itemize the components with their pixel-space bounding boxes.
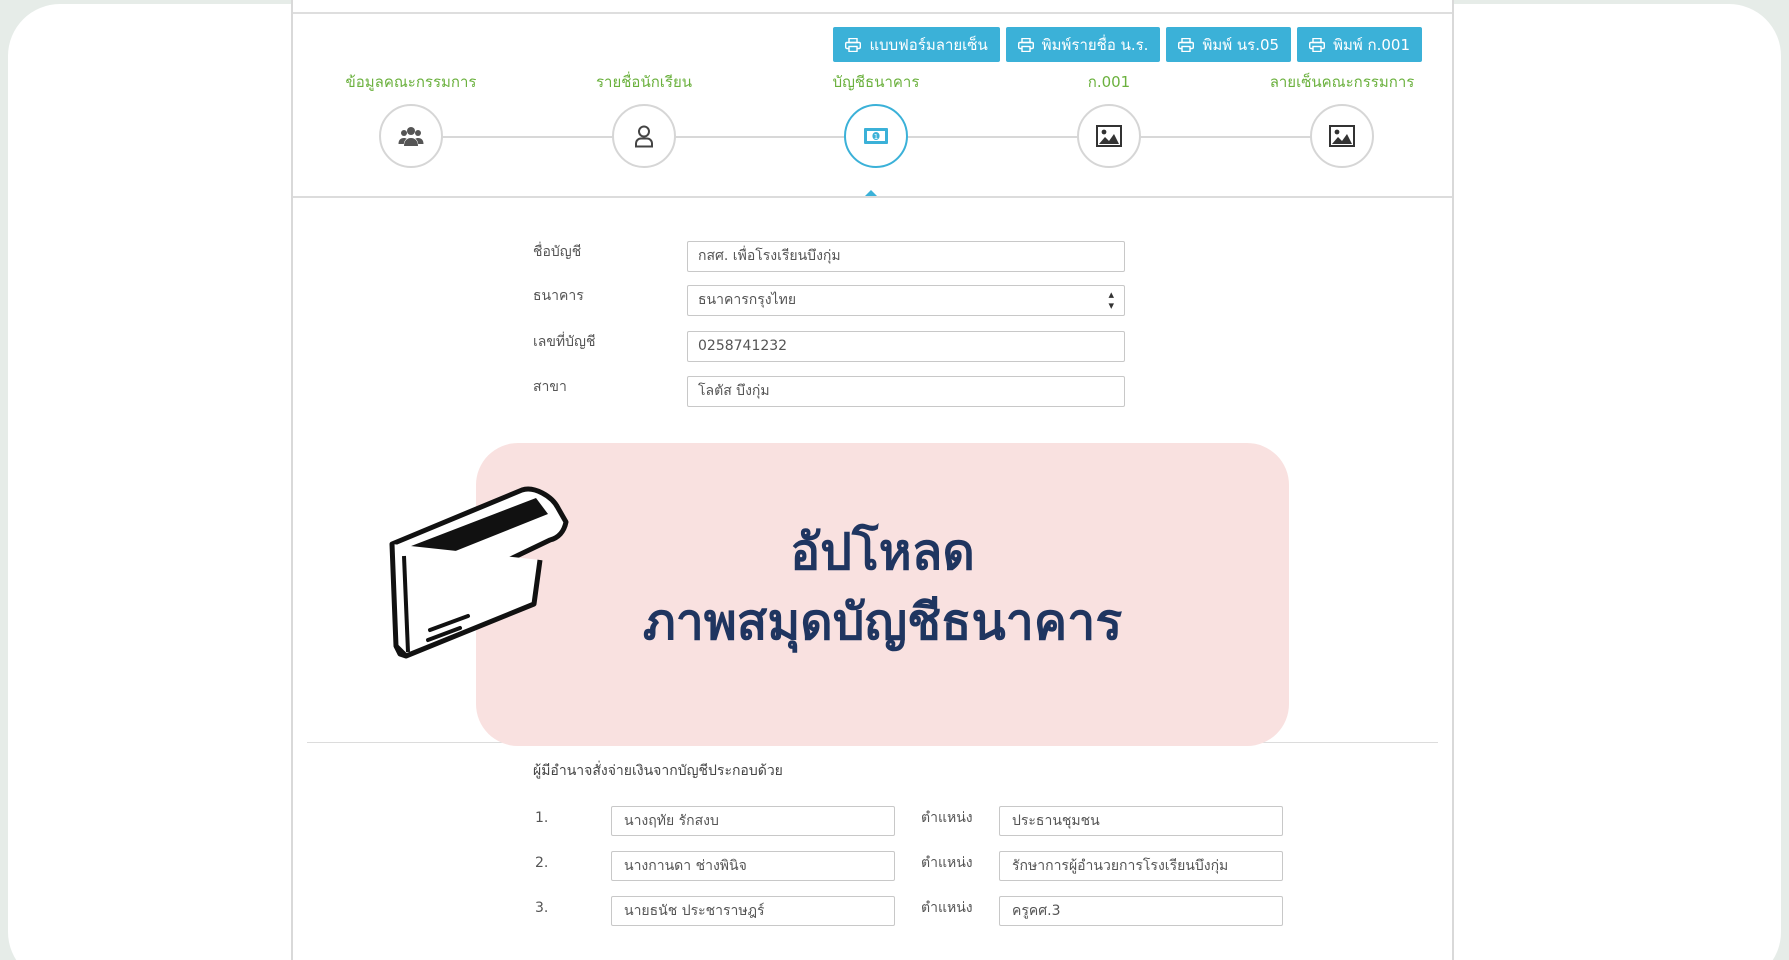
signer-position-value: ครูคศ.3 xyxy=(1012,903,1061,919)
print-toolbar: แบบฟอร์มลายเซ็น พิมพ์รายชื่อ น.ร. พิมพ์ … xyxy=(833,27,1422,62)
print-signature-form-label: แบบฟอร์มลายเซ็น xyxy=(869,35,988,54)
stepper-divider xyxy=(293,196,1452,198)
print-nr05-label: พิมพ์ นร.05 xyxy=(1202,35,1280,54)
bank-selected-value: ธนาคารกรุงไทย xyxy=(698,292,797,308)
step-committee-signature[interactable]: ลายเซ็นคณะกรรมการ xyxy=(1222,70,1462,168)
money-icon: 1 xyxy=(864,128,888,144)
signer-position-input[interactable]: ประธานชุมชน xyxy=(999,806,1283,836)
signer-name-input[interactable]: นายธนัช ประชาราษฎร์ xyxy=(611,896,895,926)
image-icon xyxy=(1096,125,1122,147)
signer-number: 2. xyxy=(535,855,549,871)
print-student-list-label: พิมพ์รายชื่อ น.ร. xyxy=(1041,35,1149,54)
step-label: ก.001 xyxy=(1087,73,1131,91)
step-label: ข้อมูลคณะกรรมการ xyxy=(345,73,477,91)
account-number-row: เลขที่บัญชี 0258741232 xyxy=(533,330,1125,362)
step-student-list[interactable]: รายชื่อนักเรียน xyxy=(524,70,764,168)
branch-row: สาขา โลตัส บึงกุ่ม xyxy=(533,375,1125,407)
account-number-value: 0258741232 xyxy=(698,338,788,354)
bank-select[interactable]: ธนาคารกรุงไทย ▴ ▾ xyxy=(687,284,1125,316)
printer-icon xyxy=(1309,37,1326,52)
svg-text:1: 1 xyxy=(874,133,878,141)
branch-value: โลตัส บึงกุ่ม xyxy=(698,383,770,399)
signer-position-input[interactable]: ครูคศ.3 xyxy=(999,896,1283,926)
step-bank-account[interactable]: บัญชีธนาคาร 1 xyxy=(756,70,996,168)
step-k001[interactable]: ก.001 xyxy=(989,70,1229,168)
step-label: บัญชีธนาคาร xyxy=(832,73,920,91)
print-signature-form-button[interactable]: แบบฟอร์มลายเซ็น xyxy=(833,27,1000,62)
account-name-label: ชื่อบัญชี xyxy=(533,244,582,260)
signer-position-input[interactable]: รักษาการผู้อำนวยการโรงเรียนบึงกุ่ม xyxy=(999,851,1283,881)
account-name-input[interactable]: กสศ. เพื่อโรงเรียนบึงกุ่ม xyxy=(687,240,1125,272)
users-icon xyxy=(398,127,424,146)
step-circle[interactable] xyxy=(379,104,443,168)
signer-name-value: นางกานดา ช่างพินิจ xyxy=(624,858,747,874)
wizard-stepper: ข้อมูลคณะกรรมการ รายชื่อนักเรียน บัญชีธน… xyxy=(293,70,1452,200)
signer-row: 2. นางกานดา ช่างพินิจ ตำแหน่ง รักษาการผู… xyxy=(535,851,1283,881)
authorized-signers-title: ผู้มีอำนาจสั่งจ่ายเงินจากบัญชีประกอบด้วย xyxy=(533,763,783,779)
bank-label: ธนาคาร xyxy=(533,288,584,304)
printer-icon xyxy=(1017,37,1034,52)
select-arrows-icon: ▴ ▾ xyxy=(1108,288,1114,312)
step-circle[interactable] xyxy=(612,104,676,168)
user-icon xyxy=(635,125,653,148)
print-nr05-button[interactable]: พิมพ์ นร.05 xyxy=(1166,27,1292,62)
upload-banner-line1: อัปโหลด xyxy=(790,523,975,581)
signer-row: 3. นายธนัช ประชาราษฎร์ ตำแหน่ง ครูคศ.3 xyxy=(535,896,1283,926)
step-label: ลายเซ็นคณะกรรมการ xyxy=(1269,73,1415,91)
signer-name-value: นางฤทัย รักสงบ xyxy=(624,813,719,829)
signer-position-value: รักษาการผู้อำนวยการโรงเรียนบึงกุ่ม xyxy=(1012,858,1229,874)
signer-row: 1. นางฤทัย รักสงบ ตำแหน่ง ประธานชุมชน xyxy=(535,806,1283,836)
signer-position-label: ตำแหน่ง xyxy=(921,900,973,916)
step-circle[interactable] xyxy=(1077,104,1141,168)
print-student-list-button[interactable]: พิมพ์รายชื่อ น.ร. xyxy=(1005,27,1161,62)
branch-input[interactable]: โลตัส บึงกุ่ม xyxy=(687,375,1125,407)
image-icon xyxy=(1329,125,1355,147)
step-circle[interactable] xyxy=(1310,104,1374,168)
upload-passbook-banner[interactable]: อัปโหลด ภาพสมุดบัญชีธนาคาร xyxy=(476,443,1289,746)
printer-icon xyxy=(845,37,862,52)
account-name-row: ชื่อบัญชี กสศ. เพื่อโรงเรียนบึงกุ่ม xyxy=(533,240,1125,272)
print-k001-label: พิมพ์ ก.001 xyxy=(1333,35,1410,54)
bank-row: ธนาคาร ธนาคารกรุงไทย ▴ ▾ xyxy=(533,284,1125,316)
passbook-icon xyxy=(389,486,569,659)
step-circle[interactable]: 1 xyxy=(844,104,908,168)
step-committee-info[interactable]: ข้อมูลคณะกรรมการ xyxy=(291,70,531,168)
account-number-input[interactable]: 0258741232 xyxy=(687,330,1125,362)
printer-icon xyxy=(1178,37,1195,52)
account-name-value: กสศ. เพื่อโรงเรียนบึงกุ่ม xyxy=(698,248,841,264)
signer-position-label: ตำแหน่ง xyxy=(921,810,973,826)
signer-number: 3. xyxy=(535,900,549,916)
upload-banner-text: อัปโหลด ภาพสมุดบัญชีธนาคาร xyxy=(476,517,1289,657)
account-number-label: เลขที่บัญชี xyxy=(533,334,596,350)
print-k001-button[interactable]: พิมพ์ ก.001 xyxy=(1297,27,1422,62)
branch-label: สาขา xyxy=(533,379,567,395)
signer-number: 1. xyxy=(535,810,549,826)
step-label: รายชื่อนักเรียน xyxy=(595,73,693,91)
signer-name-value: นายธนัช ประชาราษฎร์ xyxy=(624,903,765,919)
panel-top-border xyxy=(293,12,1452,14)
signer-name-input[interactable]: นางฤทัย รักสงบ xyxy=(611,806,895,836)
upload-banner-line2: ภาพสมุดบัญชีธนาคาร xyxy=(642,593,1123,651)
signer-position-label: ตำแหน่ง xyxy=(921,855,973,871)
signer-name-input[interactable]: นางกานดา ช่างพินิจ xyxy=(611,851,895,881)
signer-position-value: ประธานชุมชน xyxy=(1012,813,1100,829)
